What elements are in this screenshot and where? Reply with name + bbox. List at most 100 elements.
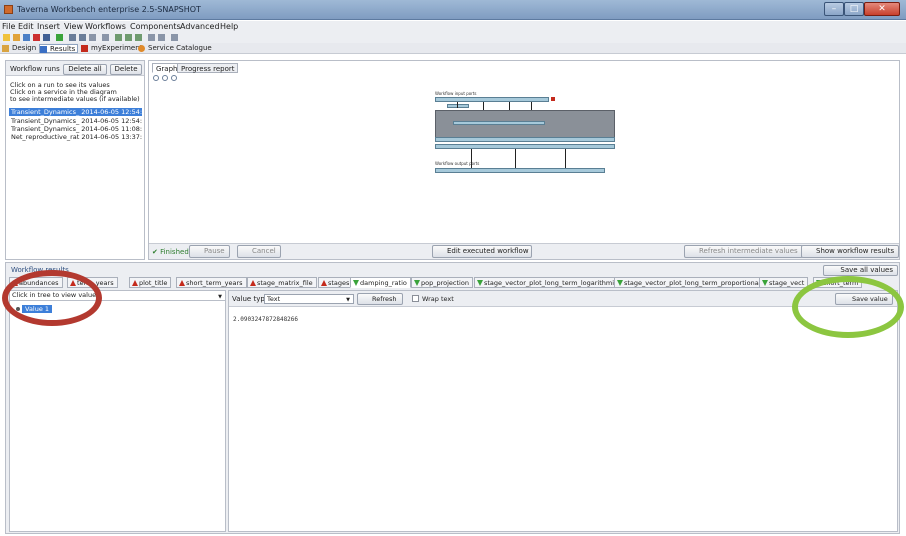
refresh-intermediate-values-button[interactable]: Refresh intermediate values [684,245,803,258]
chevron-down-icon: ▼ [346,297,350,303]
value-toolbar: Value type Text ▼ Refresh Wrap text Save… [229,291,897,307]
menu-view[interactable]: View [64,22,83,31]
input-arrow-icon [12,280,18,286]
port-tab-damping-ratio[interactable]: damping_ratio [350,277,411,288]
port-tab-short-term-years[interactable]: short_term_years [176,277,247,288]
save-all-values-button[interactable]: Save all values [823,265,898,276]
menu-edit[interactable]: Edit [18,22,34,31]
workflow-run-item[interactable]: Transient_Dynamics_ 2014-06-05 12:54:43 [9,108,142,116]
copy-icon[interactable] [102,34,109,41]
workflow-run-item[interactable]: Net_reproductive_rat 2014-06-05 13:37:43 [9,133,142,141]
perspective-myexperiment[interactable]: myExperiment [81,44,142,53]
menu-advanced[interactable]: Advanced [180,22,220,31]
results-icon [40,46,47,53]
perspective-design[interactable]: Design [2,44,36,53]
tree-node-icon [16,307,20,311]
window-title: Taverna Workbench enterprise 2.5-SNAPSHO… [17,5,201,14]
service-box[interactable] [453,121,545,125]
port-tab-pop-projection[interactable]: pop_projection [411,277,473,288]
maximize-button[interactable]: □ [844,2,864,16]
service-box[interactable] [447,104,469,108]
run-status-bar: ✔ Finished Pause Cancel Edit executed wo… [149,243,900,259]
workflow-diagram[interactable]: Workflow input ports Workflow output por… [435,91,615,186]
delete-button[interactable]: Delete [110,64,142,75]
save-value-button[interactable]: Save value [835,293,893,305]
menu-workflows[interactable]: Workflows [85,22,126,31]
close-button[interactable]: ✕ [864,2,900,16]
port-tab-long-term-logarithmic[interactable]: stage_vector_plot_long_term_logarithmic [474,277,622,288]
edit-executed-workflow-button[interactable]: Edit executed workflow [432,245,532,258]
input-arrow-icon [321,280,327,286]
myexperiment-icon [81,45,88,52]
connector-line [565,149,566,168]
add-service-icon[interactable] [115,34,122,41]
minimize-button[interactable]: – [824,2,844,16]
cut-icon[interactable] [89,34,96,41]
add-output-icon[interactable] [135,34,142,41]
delete-all-button[interactable]: Delete all [63,64,107,75]
workflow-outputs-label: Workflow output ports [435,161,480,166]
menu-file[interactable]: File [2,22,15,31]
port-tab-stage-vect[interactable]: stage_vect [759,277,809,288]
port-tab-term-years[interactable]: term_years [67,277,118,288]
service-catalogue-icon [138,45,145,52]
zoom-out-icon[interactable] [171,75,177,81]
tree-node-value[interactable]: Value 1 [22,305,53,313]
layout-icon[interactable] [171,34,178,41]
value-type-select[interactable]: Text ▼ [264,294,354,304]
undo-icon[interactable] [69,34,76,41]
service-row-box[interactable] [435,144,615,149]
wrap-text-label: Wrap text [422,295,454,303]
new-workflow-icon[interactable] [3,34,10,41]
close-workflow-icon[interactable] [33,34,40,41]
toolbar [0,32,906,43]
output-arrow-icon [477,280,483,286]
workflow-run-item[interactable]: Transient_Dynamics_ 2014-06-05 11:08:44 [9,125,142,133]
port-tab-short-term[interactable]: short_term [813,277,863,288]
tree-prompt-select[interactable]: Click in tree to view values ▼ [10,291,225,301]
port-tab-abundances[interactable]: abundances [9,277,63,288]
workflow-run-item[interactable]: Transient_Dynamics_ 2014-06-05 12:54:27 [9,117,142,125]
perspective-service-catalogue[interactable]: Service Catalogue [138,44,212,53]
refresh-button[interactable]: Refresh [357,293,403,305]
paste-icon[interactable] [148,34,155,41]
nested-workflow-box[interactable] [435,110,615,140]
menu-insert[interactable]: Insert [37,22,60,31]
input-error-marker [551,97,555,101]
reset-zoom-icon[interactable] [153,75,159,81]
zoom-in-icon[interactable] [162,75,168,81]
open-workflow-icon[interactable] [13,34,20,41]
port-tab-plot-title[interactable]: plot_title [129,277,172,288]
graph-pane: Graph Progress report Workflow input por… [148,60,900,260]
open-url-icon[interactable] [23,34,30,41]
menu-help[interactable]: Help [220,22,238,31]
tab-progress-report[interactable]: Progress report [177,63,239,73]
input-arrow-icon [132,280,138,286]
port-tab-stage-matrix-file[interactable]: stage_matrix_file [247,277,317,288]
input-arrow-icon [70,280,76,286]
workflow-outputs-box[interactable] [435,168,605,173]
connector-line [457,102,458,108]
port-tab-long-term-proportional[interactable]: stage_vector_plot_long_term_proportional [614,277,765,288]
show-workflow-results-button[interactable]: Show workflow results [801,245,900,258]
workflow-runs-label: Workflow runs [10,65,60,73]
value-viewer-pane: Value type Text ▼ Refresh Wrap text Save… [228,290,898,532]
port-tab-stages[interactable]: stages [318,277,354,288]
wrap-text-checkbox[interactable] [412,295,419,302]
redo-icon[interactable] [79,34,86,41]
delete-icon[interactable] [158,34,165,41]
add-input-icon[interactable] [125,34,132,41]
workflow-runs-pane: Workflow runs Delete all Delete Click on… [5,60,145,260]
workflow-results-panel: Workflow results Save all values abundan… [5,262,900,534]
input-arrow-icon [179,280,185,286]
output-arrow-icon [353,280,359,286]
run-icon[interactable] [56,34,63,41]
cancel-button[interactable]: Cancel [237,245,281,258]
menu-components[interactable]: Components [130,22,181,31]
zoom-controls [153,75,180,83]
pause-button[interactable]: Pause [189,245,230,258]
perspective-results[interactable]: Results [39,44,79,53]
service-row-box[interactable] [435,137,615,142]
value-text: 2.0903247872848266 [233,316,299,323]
save-icon[interactable] [43,34,50,41]
